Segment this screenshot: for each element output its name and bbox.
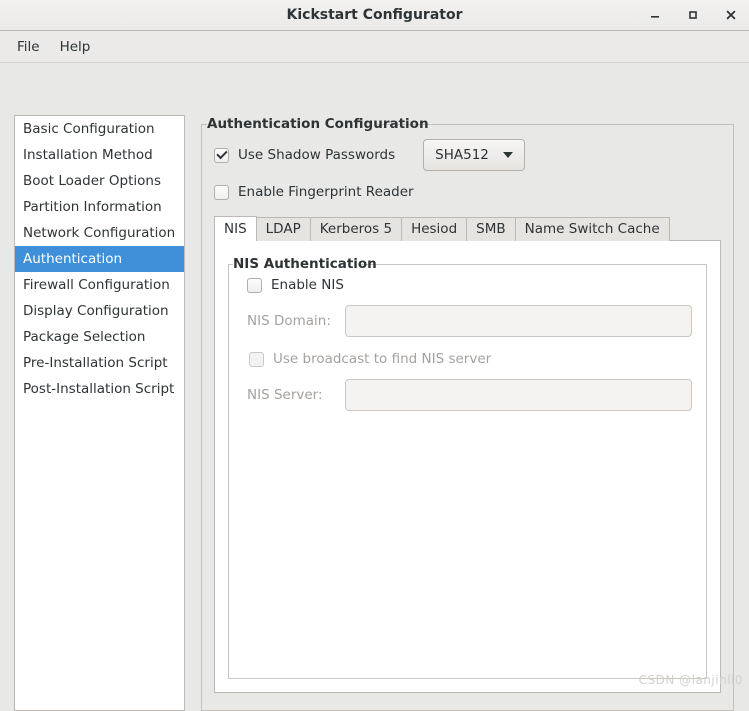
main-content: Basic Configuration Installation Method … xyxy=(0,63,749,711)
tab-hesiod[interactable]: Hesiod xyxy=(402,217,468,241)
sidebar-item-boot-loader-options[interactable]: Boot Loader Options xyxy=(15,168,184,194)
tab-nis[interactable]: NIS xyxy=(214,216,257,241)
use-shadow-passwords-checkbox[interactable] xyxy=(214,147,229,163)
nis-server-row: NIS Server: xyxy=(247,379,692,411)
sidebar-item-firewall-configuration[interactable]: Firewall Configuration xyxy=(15,272,184,298)
enable-nis-checkbox[interactable] xyxy=(247,277,262,293)
menu-item-help[interactable]: Help xyxy=(50,36,101,58)
nis-server-input[interactable] xyxy=(345,379,692,411)
sidebar-item-post-installation-script[interactable]: Post-Installation Script xyxy=(15,376,184,402)
window-title: Kickstart Configurator xyxy=(286,7,463,23)
sidebar-item-display-configuration[interactable]: Display Configuration xyxy=(15,298,184,324)
enable-nis-row: Enable NIS xyxy=(247,277,692,293)
chevron-down-icon xyxy=(502,152,513,158)
sidebar-item-partition-information[interactable]: Partition Information xyxy=(15,194,184,220)
nis-frame-content: Enable NIS NIS Domain: Use broadcast to … xyxy=(229,265,706,678)
tab-kerberos-5[interactable]: Kerberos 5 xyxy=(310,217,403,241)
frame-content: Use Shadow Passwords SHA512 Enable Finge… xyxy=(202,125,733,710)
sidebar-item-pre-installation-script[interactable]: Pre-Installation Script xyxy=(15,350,184,376)
tab-smb[interactable]: SMB xyxy=(467,217,516,241)
use-shadow-passwords-label: Use Shadow Passwords xyxy=(238,147,396,163)
nis-tab-panel: NIS Authentication Enable NIS NIS Domain… xyxy=(214,240,721,693)
frame-title: Authentication Configuration xyxy=(207,116,429,132)
sidebar-item-authentication[interactable]: Authentication xyxy=(15,246,184,272)
enable-fingerprint-reader-checkbox[interactable] xyxy=(214,184,229,200)
fingerprint-reader-row: Enable Fingerprint Reader xyxy=(214,184,721,200)
nis-domain-label: NIS Domain: xyxy=(247,313,331,329)
watermark-text: CSDN @lanjinli0 xyxy=(638,673,743,687)
nis-authentication-title: NIS Authentication xyxy=(233,256,377,272)
shadow-passwords-row: Use Shadow Passwords SHA512 xyxy=(214,139,721,171)
sidebar-item-network-configuration[interactable]: Network Configuration xyxy=(15,220,184,246)
hash-algorithm-value: SHA512 xyxy=(435,147,489,163)
sidebar-list[interactable]: Basic Configuration Installation Method … xyxy=(14,115,185,711)
sidebar-item-installation-method[interactable]: Installation Method xyxy=(15,142,184,168)
sidebar-item-basic-configuration[interactable]: Basic Configuration xyxy=(15,116,184,142)
menu-item-file[interactable]: File xyxy=(7,36,50,58)
close-icon[interactable] xyxy=(721,5,741,25)
authentication-configuration-frame: Authentication Configuration Use Shadow … xyxy=(201,115,734,711)
use-broadcast-label: Use broadcast to find NIS server xyxy=(273,351,492,367)
nis-server-label: NIS Server: xyxy=(247,387,323,403)
window-titlebar: Kickstart Configurator xyxy=(0,0,749,31)
nis-domain-input[interactable] xyxy=(345,305,692,337)
auth-tab-strip: NIS LDAP Kerberos 5 Hesiod SMB Name Swit… xyxy=(214,216,721,241)
enable-fingerprint-reader-label: Enable Fingerprint Reader xyxy=(238,184,414,200)
maximize-icon[interactable] xyxy=(683,5,703,25)
use-broadcast-row: Use broadcast to find NIS server xyxy=(249,351,692,367)
window-controls xyxy=(645,0,741,30)
use-broadcast-checkbox[interactable] xyxy=(249,351,264,367)
nis-domain-row: NIS Domain: xyxy=(247,305,692,337)
tab-ldap[interactable]: LDAP xyxy=(256,217,311,241)
minimize-icon[interactable] xyxy=(645,5,665,25)
tab-name-switch-cache[interactable]: Name Switch Cache xyxy=(515,217,670,241)
hash-algorithm-dropdown[interactable]: SHA512 xyxy=(423,139,525,171)
enable-nis-label: Enable NIS xyxy=(271,277,344,293)
nis-authentication-frame: NIS Authentication Enable NIS NIS Domain… xyxy=(228,255,707,679)
menubar: File Help xyxy=(0,31,749,63)
sidebar-item-package-selection[interactable]: Package Selection xyxy=(15,324,184,350)
